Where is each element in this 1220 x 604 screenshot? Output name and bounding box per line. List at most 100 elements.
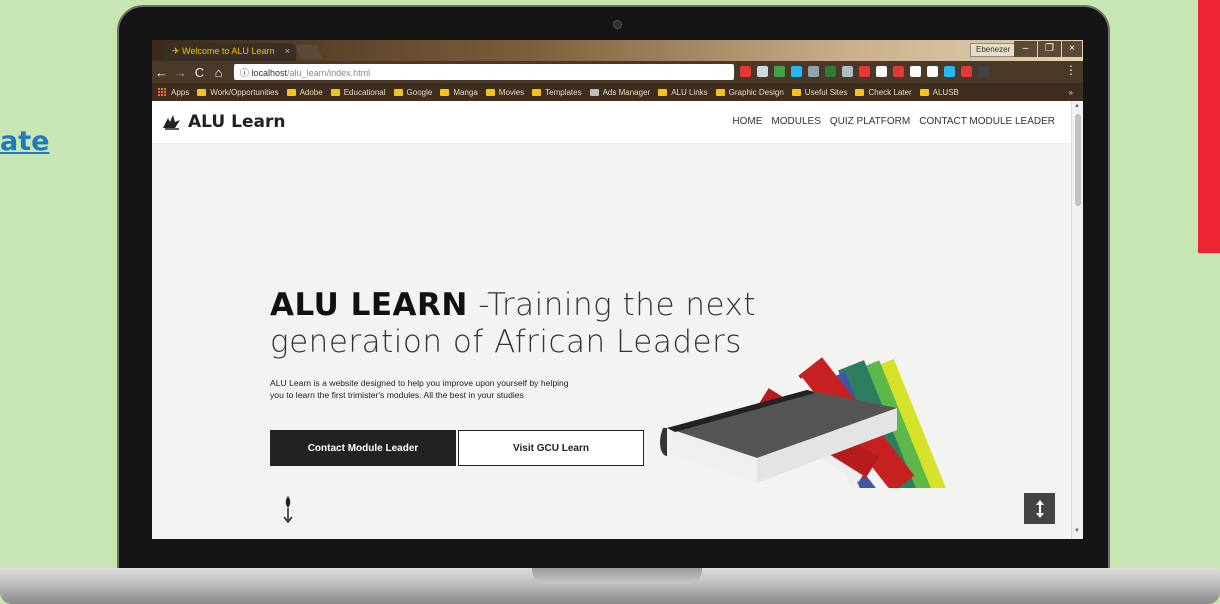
profile-badge[interactable]: Ebenezer xyxy=(970,43,1017,57)
tab-title: Welcome to ALU Learn xyxy=(182,46,275,56)
reload-icon[interactable]: C xyxy=(190,65,209,80)
extension-icon[interactable] xyxy=(842,66,853,77)
folder-icon xyxy=(919,88,929,96)
folder-icon xyxy=(715,88,725,96)
restore-button[interactable]: ❐ xyxy=(1038,41,1061,57)
extension-icon[interactable] xyxy=(859,66,870,77)
contact-module-leader-button[interactable]: Contact Module Leader xyxy=(270,430,456,466)
extension-icon[interactable] xyxy=(893,66,904,77)
extension-icon[interactable] xyxy=(774,66,785,77)
bookmark-label: Educational xyxy=(343,87,386,97)
hero-description: ALU Learn is a website designed to help … xyxy=(270,378,569,401)
title-bar: ✈ Welcome to ALU Learn × Ebenezer – ❐ × xyxy=(152,40,1083,61)
bookmark-item[interactable]: Adobe xyxy=(286,87,323,97)
folder-icon xyxy=(532,88,542,96)
folder-icon xyxy=(855,88,865,96)
bookmark-label: Adobe xyxy=(299,87,323,97)
scroll-up-arrow-icon[interactable]: ▲ xyxy=(1074,103,1080,109)
bookmark-item[interactable]: ALUSB xyxy=(919,88,959,97)
page-scrollbar[interactable]: ▲ ▼ xyxy=(1071,101,1083,539)
bookmark-item[interactable]: Check Later xyxy=(855,87,912,97)
url-path: /alu_learn/index.html xyxy=(287,68,371,78)
bookmark-label: Templates xyxy=(545,87,582,97)
side-link[interactable]: ate xyxy=(0,126,49,157)
forward-icon[interactable]: → xyxy=(171,65,190,80)
scroll-down-arrow-icon[interactable]: ▼ xyxy=(1074,528,1080,534)
site-logo[interactable]: ALU Learn xyxy=(162,112,285,132)
extension-icon[interactable] xyxy=(876,66,887,77)
extension-icon[interactable] xyxy=(910,66,921,77)
address-bar[interactable]: ⓘ localhost/alu_learn/index.html xyxy=(234,64,734,80)
extension-icon[interactable] xyxy=(757,66,768,77)
laptop-notch xyxy=(532,568,702,584)
close-window-button[interactable]: × xyxy=(1062,41,1082,57)
folder-icon xyxy=(791,88,801,96)
bookmark-star-icon[interactable]: ☆ xyxy=(718,63,729,77)
info-icon: ⓘ xyxy=(240,68,252,78)
arrow-up-icon xyxy=(1035,499,1044,518)
camera-icon xyxy=(613,20,622,29)
bookmark-item[interactable]: ALU Links xyxy=(658,88,708,97)
bird-logo-icon xyxy=(163,115,180,130)
home-icon[interactable]: ⌂ xyxy=(209,65,228,80)
url-host: localhost xyxy=(251,68,288,78)
bookmark-item[interactable]: Useful Sites xyxy=(791,87,848,97)
nav-contact-module-leader[interactable]: CONTACT MODULE LEADER xyxy=(919,116,1055,127)
extension-icon[interactable] xyxy=(791,66,802,77)
bookmark-label: Ads Manager xyxy=(602,87,651,97)
minimize-button[interactable]: – xyxy=(1014,41,1037,57)
nav-links: HOME MODULES QUIZ PLATFORM CONTACT MODUL… xyxy=(732,116,1055,127)
tab-close-icon[interactable]: × xyxy=(285,46,290,56)
page-icon xyxy=(589,88,599,96)
folder-icon xyxy=(658,88,668,96)
bookmark-item[interactable]: Ads Manager xyxy=(589,87,651,97)
extension-icon[interactable] xyxy=(927,66,938,77)
nav-quiz-platform[interactable]: QUIZ PLATFORM xyxy=(830,116,910,127)
site-navbar: ALU Learn HOME MODULES QUIZ PLATFORM CON… xyxy=(152,101,1071,144)
logo-text: ALU Learn xyxy=(188,112,286,132)
bookmark-item[interactable]: Apps xyxy=(158,87,190,97)
scrollbar-thumb[interactable] xyxy=(1075,114,1081,206)
visit-gcu-learn-button[interactable]: Visit GCU Learn xyxy=(458,430,644,466)
folder-icon xyxy=(286,88,296,96)
bookmark-label: Apps xyxy=(171,87,190,97)
bookmark-item[interactable]: Graphic Design xyxy=(715,87,784,97)
bookmark-item[interactable]: Manga xyxy=(440,87,478,97)
back-to-top-button[interactable] xyxy=(1024,493,1055,524)
red-accent-bar xyxy=(1198,0,1220,253)
folder-icon xyxy=(393,88,403,96)
nav-modules[interactable]: MODULES xyxy=(771,116,820,127)
bookmark-label: Movies xyxy=(498,87,525,97)
bookmark-item[interactable]: Movies xyxy=(485,87,525,97)
tab-favicon: ✈ xyxy=(172,46,183,56)
bookmark-item[interactable]: Educational xyxy=(330,87,386,97)
extension-icon[interactable] xyxy=(825,66,836,77)
browser-toolbar: ← → C ⌂ ⓘ localhost/alu_learn/index.html… xyxy=(152,61,1083,83)
web-page: ALU Learn HOME MODULES QUIZ PLATFORM CON… xyxy=(152,101,1083,539)
extension-icon[interactable] xyxy=(978,66,989,77)
nav-home[interactable]: HOME xyxy=(732,116,762,127)
bookmark-label: Google xyxy=(406,87,433,97)
extension-icon[interactable] xyxy=(944,66,955,77)
back-icon[interactable]: ← xyxy=(152,65,171,80)
folder-icon xyxy=(485,88,495,96)
extension-icon[interactable] xyxy=(961,66,972,77)
headline-bold: ALU LEARN xyxy=(270,287,468,323)
new-tab-button[interactable] xyxy=(295,45,323,59)
apps-grid-icon xyxy=(158,87,167,97)
bookmark-label: Manga xyxy=(453,87,478,97)
bookmark-item[interactable]: Google xyxy=(393,87,433,97)
scroll-down-icon[interactable] xyxy=(281,494,295,524)
bookmarks-overflow-icon[interactable]: » xyxy=(1069,88,1073,97)
browser-tab[interactable]: ✈ Welcome to ALU Learn × xyxy=(164,43,296,61)
bookmark-item[interactable]: Templates xyxy=(532,87,582,97)
menu-icon[interactable]: ⋮ xyxy=(1065,63,1077,77)
bookmark-label: Graphic Design xyxy=(728,87,784,97)
extension-icon[interactable] xyxy=(808,66,819,77)
bookmark-label: Check Later xyxy=(868,87,912,97)
bookmark-label: Work/Opportunities xyxy=(210,87,279,97)
extension-icon[interactable] xyxy=(740,66,751,77)
bookmark-label: Useful Sites xyxy=(804,87,848,97)
folder-icon xyxy=(197,88,207,96)
bookmark-item[interactable]: Work/Opportunities xyxy=(197,87,279,97)
